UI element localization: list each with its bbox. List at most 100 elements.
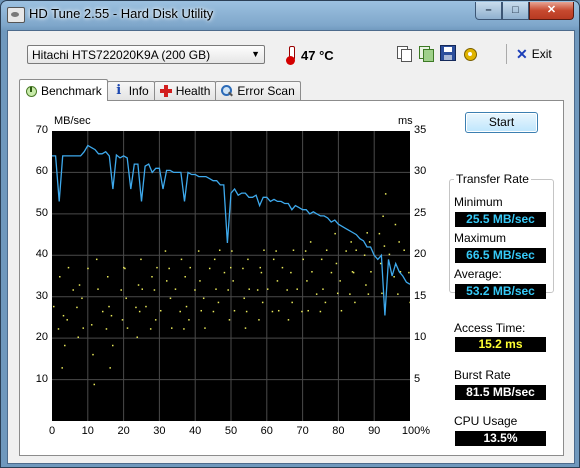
access-time-point xyxy=(352,271,355,274)
access-time-point xyxy=(245,310,248,313)
save-icon[interactable] xyxy=(440,45,456,61)
drive-select[interactable]: Hitachi HTS722020K9A (200 GB) ▼ xyxy=(27,45,265,64)
right-axis-tick: 25 xyxy=(414,206,427,219)
tab-benchmark[interactable]: Benchmark xyxy=(19,79,108,101)
access-time-point xyxy=(258,319,260,321)
access-time-point xyxy=(200,309,202,312)
access-time-point xyxy=(141,288,143,290)
minimum-label: Minimum xyxy=(454,195,503,209)
access-time-point xyxy=(296,288,298,290)
access-time-point xyxy=(350,241,352,243)
maximize-button[interactable]: □ xyxy=(502,2,529,20)
magnifier-icon xyxy=(221,85,233,97)
access-time-point xyxy=(180,258,183,261)
access-time-point xyxy=(185,305,188,308)
access-time-point xyxy=(261,301,264,304)
access-time-point xyxy=(156,266,158,269)
right-axis-tick: 5 xyxy=(414,372,421,385)
right-axis-tick: 35 xyxy=(414,124,427,136)
access-time-point xyxy=(106,276,109,278)
access-time-point xyxy=(145,305,147,308)
minimize-button[interactable]: – xyxy=(475,2,502,20)
app-window: HD Tune 2.55 - Hard Disk Utility – □ ✕ H… xyxy=(0,0,580,468)
access-time-point xyxy=(311,271,313,273)
access-time-point xyxy=(81,297,83,300)
access-time-point xyxy=(110,314,113,317)
access-time-point xyxy=(397,293,399,295)
access-time-point xyxy=(394,223,397,226)
access-time-point xyxy=(367,293,370,295)
client-area: Hitachi HTS722020K9A (200 GB) ▼ 47 °C ✕ … xyxy=(7,30,575,464)
access-time-point xyxy=(217,301,220,304)
x-axis-tick: 60 xyxy=(260,425,273,437)
access-time-point xyxy=(164,250,167,252)
access-time-point xyxy=(159,309,162,312)
burst-rate-value: 81.5 MB/sec xyxy=(455,385,546,400)
access-time-point xyxy=(121,319,124,321)
minimum-value: 25.5 MB/sec xyxy=(455,212,546,227)
title-bar[interactable]: HD Tune 2.55 - Hard Disk Utility – □ ✕ xyxy=(1,1,579,29)
access-time-point xyxy=(232,280,234,282)
copy-text-icon[interactable] xyxy=(396,45,412,62)
access-time-point xyxy=(61,367,63,369)
access-time-point xyxy=(272,258,275,261)
tab-health[interactable]: Health xyxy=(153,81,217,100)
copy-screenshot-icon[interactable] xyxy=(418,45,434,62)
access-time-point xyxy=(381,292,383,295)
right-axis-tick: 10 xyxy=(414,331,427,344)
access-time-point xyxy=(92,353,94,356)
access-time-point xyxy=(307,309,309,312)
access-time-point xyxy=(208,267,211,270)
access-time-point xyxy=(345,250,347,252)
access-time-point xyxy=(140,258,142,261)
access-time-point xyxy=(256,289,259,291)
x-axis-tick: 10 xyxy=(81,425,94,437)
access-time-point xyxy=(365,284,367,286)
access-time-point xyxy=(93,383,96,386)
access-time-point xyxy=(82,327,85,329)
access-time-point xyxy=(53,305,55,308)
access-time-point xyxy=(349,293,351,295)
access-time-point xyxy=(248,288,250,290)
access-time-point xyxy=(335,262,338,265)
chart-svg xyxy=(52,131,411,421)
access-time-point xyxy=(189,266,191,269)
access-time-point xyxy=(59,276,61,278)
access-time-point xyxy=(271,310,274,313)
access-time-point xyxy=(228,319,231,321)
access-time-point xyxy=(243,297,245,300)
toolbar-separator xyxy=(506,44,507,64)
access-time-point xyxy=(325,249,328,251)
close-button[interactable]: ✕ xyxy=(529,2,574,20)
access-time-point xyxy=(227,289,229,291)
right-axis-title: ms xyxy=(398,115,413,127)
burst-rate-label: Burst Rate xyxy=(454,368,511,382)
access-time-point xyxy=(97,288,99,290)
options-icon[interactable] xyxy=(462,45,478,61)
access-time-point xyxy=(409,301,411,304)
access-time-point xyxy=(408,271,410,274)
average-label: Average: xyxy=(454,267,502,281)
x-axis-tick: 30 xyxy=(153,425,166,437)
exit-label: Exit xyxy=(531,47,552,61)
health-cross-icon xyxy=(159,85,172,97)
exit-button[interactable]: ✕ Exit xyxy=(516,47,552,61)
access-time-point xyxy=(168,267,170,270)
left-axis-tick: 60 xyxy=(35,165,48,178)
access-time-point xyxy=(281,266,284,269)
access-time-point xyxy=(354,301,356,304)
access-time-point xyxy=(324,301,327,304)
left-axis-tick: 40 xyxy=(35,248,48,261)
tab-error-scan[interactable]: Error Scan xyxy=(215,81,301,100)
average-value: 53.2 MB/sec xyxy=(455,284,546,299)
access-time-point xyxy=(302,258,304,261)
tab-info[interactable]: i Info xyxy=(106,81,155,100)
access-time-point xyxy=(368,241,371,243)
access-time-point xyxy=(291,301,293,304)
toolbar: Hitachi HTS722020K9A (200 GB) ▼ 47 °C ✕ … xyxy=(8,31,574,75)
access-time-point xyxy=(57,328,60,330)
start-button[interactable]: Start xyxy=(465,112,538,133)
access-time-point xyxy=(199,280,201,282)
x-axis-tick: 0 xyxy=(48,425,56,437)
toolbar-icons xyxy=(396,45,478,62)
